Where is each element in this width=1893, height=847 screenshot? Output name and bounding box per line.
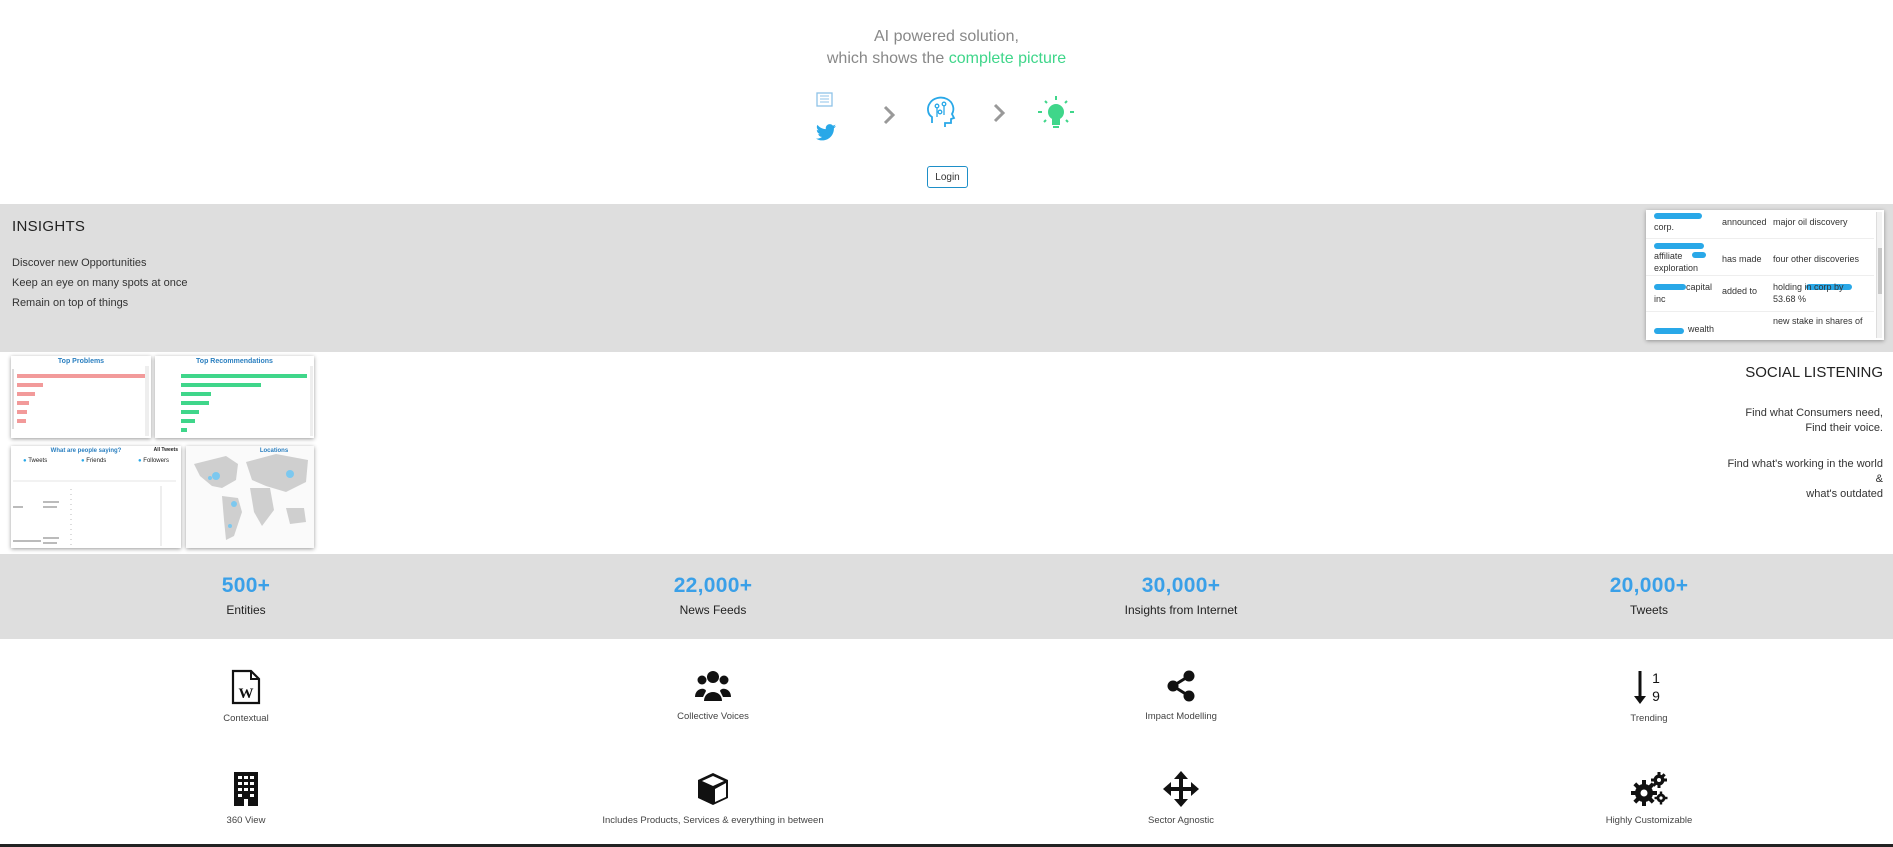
feature-label: Highly Customizable — [1605, 815, 1693, 826]
table-cell-subject: capital inc — [1654, 282, 1713, 304]
feature-label: Sector Agnostic — [1147, 815, 1214, 826]
hero-tagline-highlight: complete picture — [948, 50, 1067, 67]
feature-360-view: 360 View — [96, 771, 396, 826]
feature-label: Collective Voices — [677, 711, 749, 722]
table-cell-object: new stake in shares of — [1773, 316, 1863, 326]
insights-item: Remain on top of things — [12, 297, 129, 309]
feature-trending: 19 Trending — [1499, 669, 1799, 724]
table-row: wealth new stake in shares of — [1646, 312, 1874, 340]
cube-icon — [698, 773, 728, 805]
login-button[interactable]: Login — [927, 166, 968, 188]
tweet-list-preview — [13, 480, 176, 546]
insights-section: INSIGHTS Discover new Opportunities Keep… — [0, 204, 1893, 352]
move-arrows-icon — [1163, 771, 1199, 807]
stat-tweets: 20,000+ Tweets — [1499, 574, 1799, 617]
stat-number: 30,000+ — [1141, 574, 1221, 597]
insights-news-table[interactable]: corp. announced major oil discovery affi… — [1646, 210, 1884, 340]
stat-news-feeds: 22,000+ News Feeds — [563, 574, 863, 617]
table-cell-relation: added to — [1722, 286, 1758, 296]
people-saying-panel: What are people saying? All Tweets ● Twe… — [11, 446, 181, 548]
feature-label: Contextual — [223, 713, 269, 724]
table-scrollbar[interactable] — [1876, 212, 1882, 338]
stat-number: 500+ — [221, 574, 271, 597]
table-cell-subject: wealth — [1688, 324, 1715, 334]
table-cell-object: holding in corp by 53.68 % — [1773, 282, 1844, 304]
hero-tagline-prefix: which shows the — [826, 50, 949, 67]
recommendations-bar-chart — [181, 366, 313, 436]
twitter-icon — [816, 124, 836, 141]
stat-label: Insights from Internet — [1124, 603, 1238, 617]
table-cell-subject: affiliate exploration — [1654, 251, 1699, 273]
ai-head-icon — [927, 96, 956, 127]
stat-number: 22,000+ — [673, 574, 753, 597]
hero-section: AI powered solution, which shows the com… — [0, 0, 1893, 204]
lightbulb-icon — [1038, 96, 1074, 128]
social-text-line: what's outdated — [1806, 488, 1883, 500]
word-document-icon: W — [231, 669, 261, 705]
feature-collective-voices: Collective Voices — [563, 669, 863, 722]
chevron-right-icon — [993, 103, 1006, 123]
stat-entities: 500+ Entities — [96, 574, 396, 617]
world-map — [194, 454, 308, 540]
stat-insights: 30,000+ Insights from Internet — [1031, 574, 1331, 617]
hero-tagline-line2: which shows the complete picture — [0, 50, 1893, 68]
feature-impact-modelling: Impact Modelling — [1031, 669, 1331, 722]
table-cell-object: four other discoveries — [1773, 254, 1860, 264]
scrollbar-thumb[interactable] — [1878, 248, 1882, 294]
svg-text:W: W — [239, 686, 254, 702]
share-icon — [1167, 670, 1195, 702]
table-row: capital inc added to holding in corp by … — [1646, 276, 1874, 312]
gears-icon — [1631, 772, 1668, 806]
news-icon — [816, 92, 833, 107]
redacted-blob — [1654, 328, 1684, 334]
building-icon — [234, 772, 258, 806]
insights-item: Keep an eye on many spots at once — [12, 277, 188, 289]
table-cell-subject: corp. — [1654, 222, 1675, 232]
svg-text:9: 9 — [1652, 688, 1660, 704]
locations-panel: Locations — [186, 446, 314, 548]
feature-label: 360 View — [226, 815, 266, 826]
stat-label: Tweets — [1629, 603, 1668, 617]
feature-includes-products: Includes Products, Services & everything… — [563, 771, 863, 826]
stats-section: 500+ Entities 22,000+ News Feeds 30,000+… — [0, 554, 1893, 639]
social-text-line: Find what's working in the world — [1727, 458, 1883, 470]
top-recommendations-panel: Top Recommendations — [155, 356, 314, 438]
feature-label: Includes Products, Services & everything… — [602, 815, 824, 826]
social-listening-section: Top Problems Top Recommendations What ar… — [0, 352, 1893, 554]
table-cell-relation: announced — [1722, 217, 1767, 227]
social-text-line: Find their voice. — [1805, 422, 1883, 434]
insights-title: INSIGHTS — [12, 218, 86, 235]
chevron-right-icon — [883, 105, 896, 125]
feature-contextual: W Contextual — [96, 669, 396, 724]
social-listening-title: SOCIAL LISTENING — [1745, 364, 1883, 381]
svg-text:1: 1 — [1652, 670, 1660, 686]
sort-numeric-icon: 19 — [1634, 670, 1660, 704]
stat-label: Entities — [226, 603, 266, 617]
insights-item: Discover new Opportunities — [12, 257, 147, 269]
problems-bar-chart — [12, 366, 149, 436]
redacted-blob — [1654, 213, 1702, 219]
features-section: W Contextual Collective Voices Impact Mo… — [0, 639, 1893, 847]
redacted-blob — [1654, 243, 1704, 249]
table-row: corp. announced major oil discovery — [1646, 210, 1874, 239]
feature-label: Impact Modelling — [1145, 711, 1217, 722]
pipeline-flow — [810, 90, 1090, 141]
feature-sector-agnostic: Sector Agnostic — [1031, 771, 1331, 826]
table-cell-relation: has made — [1722, 254, 1762, 264]
social-text-line: & — [1875, 473, 1883, 485]
stat-number: 20,000+ — [1609, 574, 1689, 597]
feature-label: Trending — [1630, 713, 1668, 724]
hero-tagline-line1: AI powered solution, — [874, 28, 1019, 45]
top-problems-panel: Top Problems — [11, 356, 151, 438]
feature-highly-customizable: Highly Customizable — [1499, 771, 1799, 826]
table-row: affiliate exploration has made four othe… — [1646, 239, 1874, 276]
social-text-line: Find what Consumers need, — [1745, 407, 1883, 419]
table-cell-object: major oil discovery — [1773, 217, 1848, 227]
users-icon — [695, 671, 731, 701]
stat-label: News Feeds — [679, 603, 747, 617]
